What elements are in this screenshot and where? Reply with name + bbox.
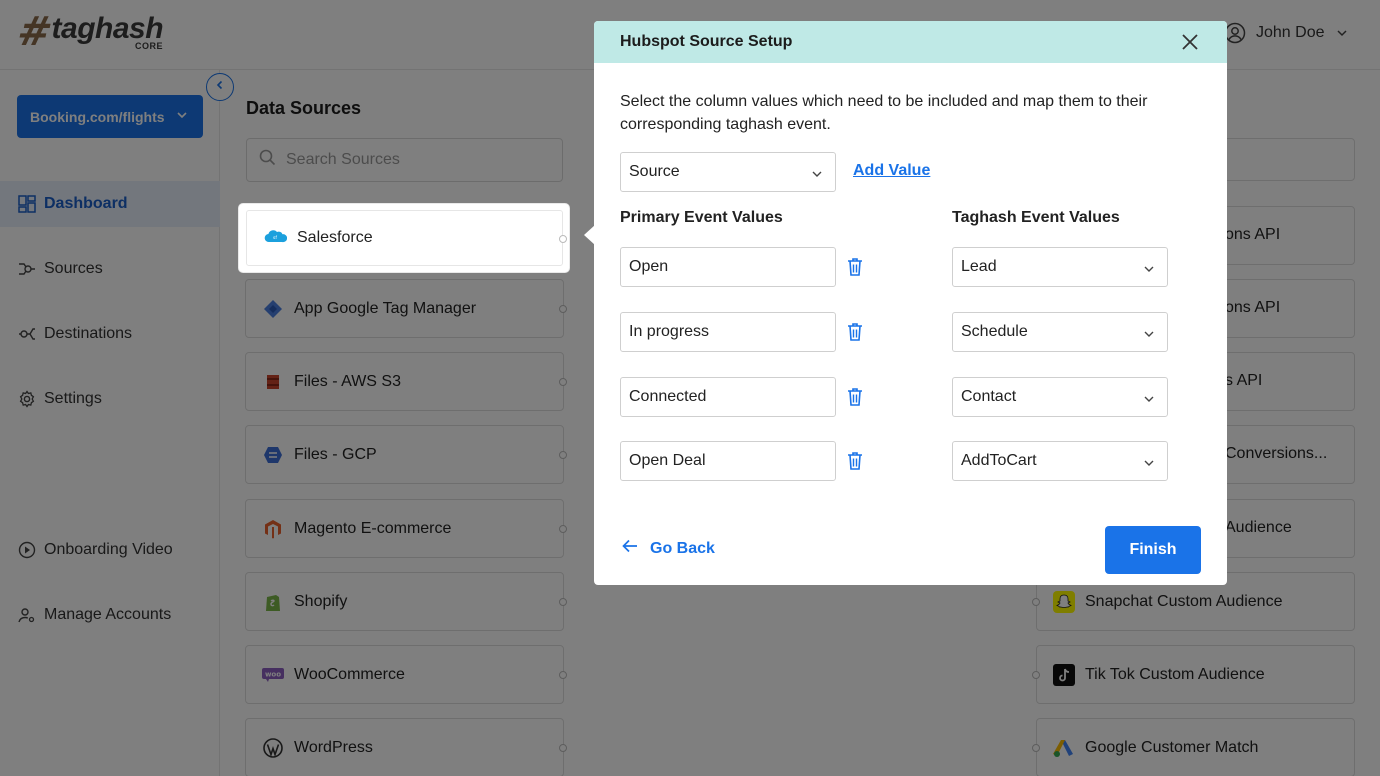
primary-event-header: Primary Event Values <box>620 209 783 226</box>
chevron-down-icon <box>1143 392 1155 410</box>
svg-text:sf: sf <box>273 235 277 241</box>
taghash-event-select[interactable]: Contact <box>952 377 1168 417</box>
hubspot-setup-modal: Hubspot Source Setup Select the column v… <box>594 21 1227 585</box>
column-select-value: Source <box>629 163 680 180</box>
go-back-button[interactable]: Go Back <box>622 539 715 558</box>
chevron-down-icon <box>1143 262 1155 280</box>
taghash-event-select[interactable]: Lead <box>952 247 1168 287</box>
taghash-event-value: Lead <box>961 258 997 275</box>
taghash-event-header: Taghash Event Values <box>952 209 1120 226</box>
chevron-down-icon <box>1143 456 1155 474</box>
taghash-event-select[interactable]: Schedule <box>952 312 1168 352</box>
arrow-left-icon <box>622 539 638 558</box>
chevron-down-icon <box>811 167 823 185</box>
primary-event-input[interactable]: Open <box>620 247 836 287</box>
primary-event-input[interactable]: In progress <box>620 312 836 352</box>
taghash-event-select[interactable]: AddToCart <box>952 441 1168 481</box>
modal-header: Hubspot Source Setup <box>594 21 1227 63</box>
trash-icon[interactable] <box>847 387 863 407</box>
primary-event-input[interactable]: Open Deal <box>620 441 836 481</box>
primary-event-value: In progress <box>629 323 710 340</box>
trash-icon[interactable] <box>847 257 863 277</box>
finish-button[interactable]: Finish <box>1105 526 1201 574</box>
trash-icon[interactable] <box>847 451 863 471</box>
modal-title: Hubspot Source Setup <box>620 33 793 50</box>
modal-description: Select the column values which need to b… <box>620 93 1148 133</box>
column-select[interactable]: Source <box>620 152 836 192</box>
go-back-label: Go Back <box>650 539 715 557</box>
primary-event-input[interactable]: Connected <box>620 377 836 417</box>
chevron-down-icon <box>1143 327 1155 345</box>
taghash-event-value: Contact <box>961 388 1017 405</box>
salesforce-icon: sf <box>263 228 288 249</box>
connector-dot <box>559 235 567 243</box>
taghash-event-value: AddToCart <box>961 452 1037 469</box>
add-value-link[interactable]: Add Value <box>853 162 930 180</box>
trash-icon[interactable] <box>847 322 863 342</box>
primary-event-value: Connected <box>629 388 707 405</box>
primary-event-value: Open Deal <box>629 452 706 469</box>
close-icon[interactable] <box>1181 33 1199 51</box>
taghash-event-value: Schedule <box>961 323 1028 340</box>
primary-event-value: Open <box>629 258 669 275</box>
source-label: Salesforce <box>297 229 373 246</box>
source-card-salesforce[interactable]: sf Salesforce <box>239 204 569 272</box>
